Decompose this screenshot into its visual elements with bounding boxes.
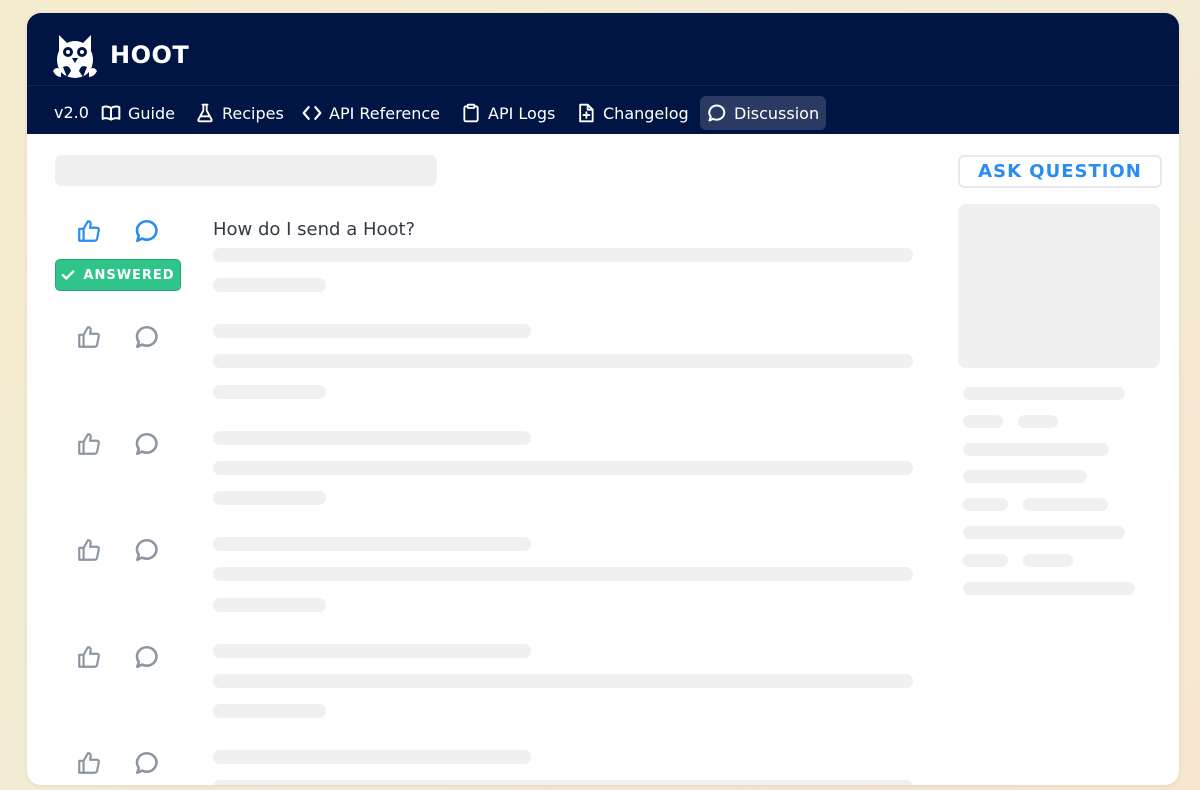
sidebar-tag-placeholder <box>1018 415 1058 428</box>
question-snippet-placeholder <box>213 248 913 262</box>
thumbs-up-icon[interactable] <box>76 537 102 563</box>
nav-label: Recipes <box>222 103 284 123</box>
nav-label: API Reference <box>329 103 440 123</box>
sidebar-tag-placeholder <box>963 554 1008 567</box>
nav-label: API Logs <box>488 103 556 123</box>
nav-item-api-logs[interactable]: API Logs <box>454 96 562 130</box>
sidebar-line-placeholder <box>963 443 1109 456</box>
sidebar-line-placeholder <box>963 526 1125 539</box>
nav-item-recipes[interactable]: Recipes <box>188 96 291 130</box>
meta-placeholder <box>213 491 326 505</box>
clipboard-icon <box>463 103 479 123</box>
title-placeholder <box>213 431 531 445</box>
code-icon <box>302 106 322 120</box>
file-plus-icon <box>579 103 594 123</box>
top-nav: v2.0 Guide Recipes API Reference API Log… <box>27 96 1179 130</box>
sidebar-line-placeholder <box>963 387 1125 400</box>
sidebar-tag-placeholder <box>963 415 1003 428</box>
comment-icon[interactable] <box>134 324 160 350</box>
comment-icon[interactable] <box>134 537 160 563</box>
book-icon <box>101 105 121 121</box>
top-header: HOOT v2.0 Guide Recipes API Reference AP… <box>27 13 1179 134</box>
thumbs-up-icon[interactable] <box>76 218 102 244</box>
nav-item-discussion[interactable]: Discussion <box>700 96 827 130</box>
sidebar-line-placeholder <box>963 470 1087 483</box>
app-window: HOOT v2.0 Guide Recipes API Reference AP… <box>27 13 1179 785</box>
meta-placeholder <box>213 385 326 399</box>
nav-label: Changelog <box>603 103 689 123</box>
snippet-placeholder <box>213 780 913 785</box>
owl-logo-icon <box>53 35 97 78</box>
thumbs-up-icon[interactable] <box>76 750 102 776</box>
title-placeholder <box>213 537 531 551</box>
search-placeholder <box>55 155 437 186</box>
sidebar-tag-placeholder <box>1023 498 1108 511</box>
answered-badge: ANSWERED <box>55 259 181 291</box>
ask-question-button[interactable]: ASK QUESTION <box>958 155 1162 188</box>
speech-bubble-icon <box>708 104 726 122</box>
meta-placeholder <box>213 704 326 718</box>
thumbs-up-icon[interactable] <box>76 644 102 670</box>
flask-icon <box>197 103 213 123</box>
comment-icon[interactable] <box>134 644 160 670</box>
title-placeholder <box>213 644 531 658</box>
nav-item-changelog[interactable]: Changelog <box>569 96 696 130</box>
snippet-placeholder <box>213 567 913 581</box>
brand[interactable]: HOOT <box>53 31 189 79</box>
meta-placeholder <box>213 598 326 612</box>
sidebar-tag-placeholder <box>963 498 1008 511</box>
comment-icon[interactable] <box>134 431 160 457</box>
thumbs-up-icon[interactable] <box>76 431 102 457</box>
comment-icon[interactable] <box>134 750 160 776</box>
nav-label: Guide <box>128 103 175 123</box>
sidebar-card-placeholder <box>958 204 1160 368</box>
check-icon <box>61 270 75 280</box>
question-meta-placeholder <box>213 278 326 292</box>
snippet-placeholder <box>213 461 913 475</box>
title-placeholder <box>213 324 531 338</box>
app-name: HOOT <box>110 41 190 69</box>
version-label: v2.0 <box>54 103 89 122</box>
thumbs-up-icon[interactable] <box>76 324 102 350</box>
title-placeholder <box>213 750 531 764</box>
nav-item-guide[interactable]: Guide <box>94 96 182 130</box>
comment-icon[interactable] <box>134 218 160 244</box>
sidebar-tag-placeholder <box>1023 554 1073 567</box>
snippet-placeholder <box>213 674 913 688</box>
nav-item-api-reference[interactable]: API Reference <box>295 96 447 130</box>
nav-label: Discussion <box>734 103 820 123</box>
sidebar-line-placeholder <box>963 582 1135 595</box>
snippet-placeholder <box>213 354 913 368</box>
header-divider <box>27 85 1179 86</box>
question-title[interactable]: How do I send a Hoot? <box>213 219 415 240</box>
status-label: ANSWERED <box>83 267 175 283</box>
